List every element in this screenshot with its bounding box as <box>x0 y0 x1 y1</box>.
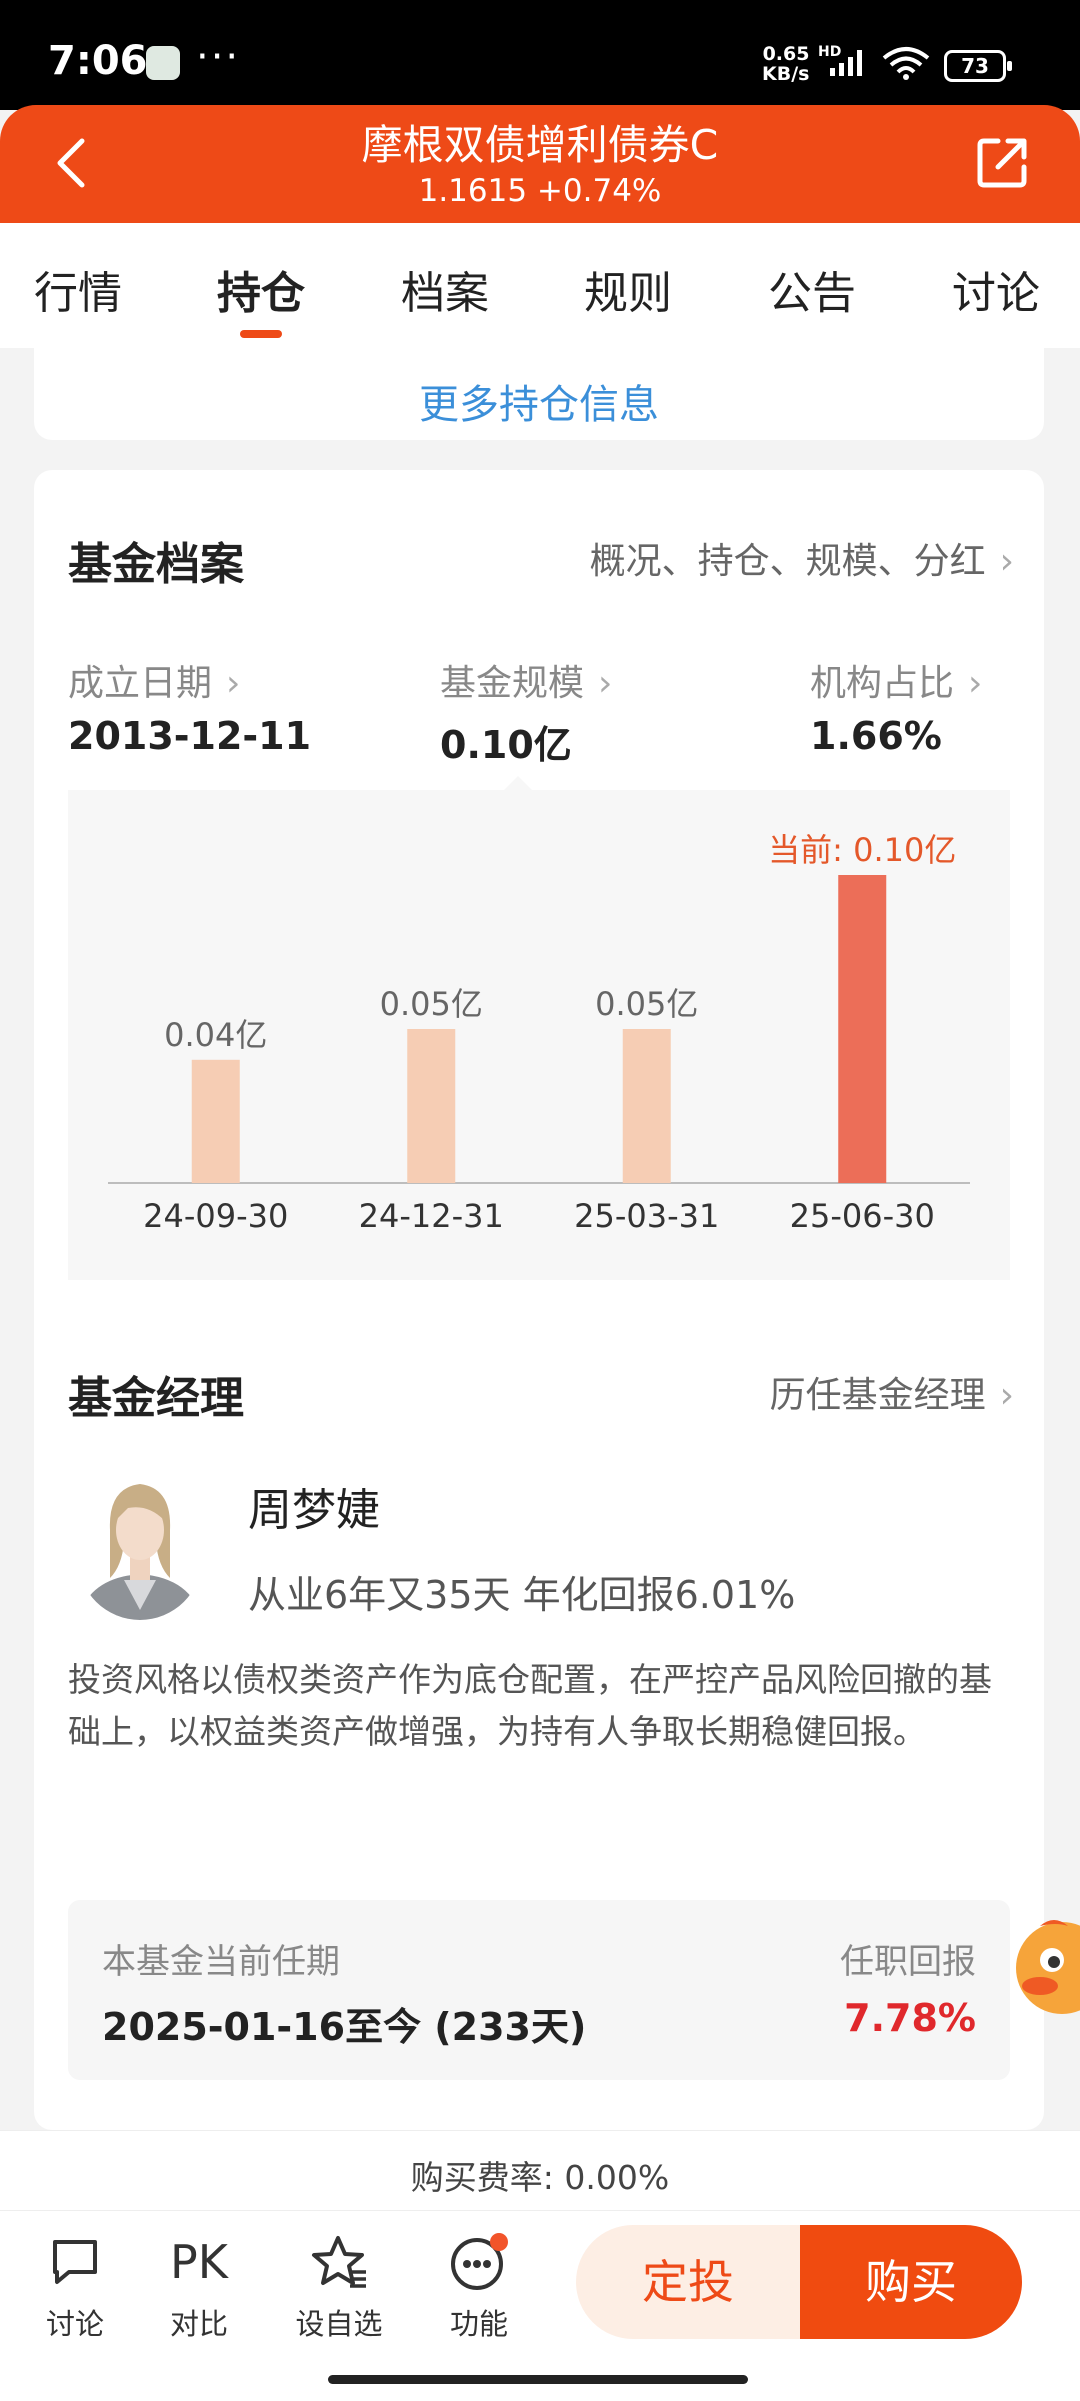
fund-profile-link[interactable]: 概况、持仓、规模、分红 › <box>590 532 1014 584</box>
tab-profile[interactable]: 档案 <box>401 257 489 321</box>
assistant-mascot-icon[interactable] <box>1010 1912 1080 2022</box>
pk-icon: PK <box>170 2235 228 2289</box>
star-add-icon <box>312 2236 366 2288</box>
battery-indicator: 73 <box>944 50 1012 82</box>
tab-bar: 行情 持仓 档案 规则 公告 讨论 <box>0 223 1080 348</box>
chart-x-tick-label: 24-09-30 <box>143 1197 288 1235</box>
tenure-period: 2025-01-16至今 (233天) <box>102 2005 587 2049</box>
active-tab-indicator <box>240 330 282 338</box>
status-time: 7:06 <box>48 38 148 84</box>
more-notifications-icon: ··· <box>196 34 241 80</box>
bottom-action-bar: 讨论 PK 对比 设自选 功能 定投 购买 <box>0 2210 1080 2401</box>
chat-bubble-icon <box>53 2240 97 2284</box>
fee-bar: 购买费率: 0.00% <box>0 2130 1080 2211</box>
more-holdings-link[interactable]: 更多持仓信息 <box>34 372 1044 430</box>
fund-profile-card: 基金档案 概况、持仓、规模、分红 › 成立日期 › 2013-12-11 基金规模 ›… <box>34 470 1044 2130</box>
stat-institution-label[interactable]: 机构占比 › <box>810 654 982 706</box>
app-notification-icon <box>146 46 180 80</box>
chart-data-label: 当前: 0.10亿 <box>768 831 956 869</box>
discuss-button[interactable]: 讨论 <box>20 2229 130 2343</box>
share-icon[interactable] <box>976 135 1030 189</box>
app-header: 摩根双债增利债券C 1.1615 +0.74% <box>0 105 1080 223</box>
stat-inception-value: 2013-12-11 <box>68 714 312 758</box>
auto-invest-button[interactable]: 定投 <box>576 2225 800 2339</box>
compare-button[interactable]: PK 对比 <box>144 2229 254 2343</box>
chart-x-tick-label: 25-06-30 <box>790 1197 935 1235</box>
wifi-icon <box>882 47 930 80</box>
tab-holdings[interactable]: 持仓 <box>217 257 305 321</box>
purchase-fee-rate: 购买费率: 0.00% <box>410 2158 670 2197</box>
chart-bar-24-09-30 <box>191 1059 240 1183</box>
stat-size-value: 0.10亿 <box>440 723 572 767</box>
fund-nav-change: 1.1615 +0.74% <box>418 173 662 209</box>
chevron-right-icon: › <box>598 663 613 704</box>
manager-style-description: 投资风格以债权类资产作为底仓配置，在严控产品风险回撤的基础上，以权益类资产做增强… <box>68 1660 992 1751</box>
manager-tenure-box: 本基金当前任期 任职回报 2025-01-16至今 (233天) 7.78% <box>68 1900 1010 2080</box>
tab-announcements[interactable]: 公告 <box>768 257 856 321</box>
chevron-right-icon: › <box>999 541 1014 582</box>
more-dots-icon <box>451 2233 508 2290</box>
stat-inception-label[interactable]: 成立日期 › <box>68 654 240 706</box>
tab-discussion[interactable]: 讨论 <box>952 257 1040 321</box>
tenure-return-value: 7.78% <box>844 1996 976 2040</box>
manager-experience: 从业6年又35天 年化回报6.01% <box>248 1573 796 1617</box>
chevron-right-icon: › <box>226 663 241 704</box>
chart-data-label: 0.04亿 <box>164 1016 267 1054</box>
fund-profile-title: 基金档案 <box>68 539 244 590</box>
network-speed: 0.65 KB/s <box>762 43 810 85</box>
stat-institution-value: 1.66% <box>810 714 942 758</box>
chart-x-tick-label: 24-12-31 <box>359 1197 504 1235</box>
chevron-right-icon: › <box>999 1375 1014 1416</box>
chevron-right-icon: › <box>968 663 983 704</box>
holdings-card: 更多持仓信息 <box>34 348 1044 440</box>
chart-data-label: 0.05亿 <box>595 985 698 1023</box>
chart-pointer <box>504 776 532 790</box>
manager-name: 周梦婕 <box>248 1485 380 1536</box>
chart-bar-24-12-31 <box>407 1029 456 1183</box>
tenure-return-label: 任职回报 <box>840 1942 976 1982</box>
fund-title: 摩根双债增利债券C <box>361 121 719 169</box>
tab-market[interactable]: 行情 <box>34 257 122 321</box>
tenure-label: 本基金当前任期 <box>102 1942 340 1982</box>
chart-x-tick-label: 25-03-31 <box>574 1197 719 1235</box>
chart-bar-25-03-31 <box>622 1029 671 1183</box>
functions-button[interactable]: 功能 <box>424 2229 534 2343</box>
manager-avatar[interactable] <box>78 1470 202 1620</box>
chart-data-label: 0.05亿 <box>380 985 483 1023</box>
chart-bar-25-06-30 <box>838 875 887 1183</box>
fund-size-chart: 0.04亿 24-09-30 0.05亿 24-12-31 0.05亿 25-03-31 当… <box>68 790 1010 1280</box>
status-bar: 7:06 ··· 0.65 KB/s HD 73 <box>0 0 1080 110</box>
signal-icon <box>830 50 862 76</box>
buy-button[interactable]: 购买 <box>800 2225 1022 2339</box>
manager-history-link[interactable]: 历任基金经理 › <box>770 1366 1014 1418</box>
tab-rules[interactable]: 规则 <box>584 257 672 321</box>
fund-manager-title: 基金经理 <box>68 1373 244 1424</box>
add-watchlist-button[interactable]: 设自选 <box>284 2229 394 2343</box>
stat-size-label[interactable]: 基金规模 › <box>440 654 612 706</box>
home-indicator[interactable] <box>328 2375 748 2384</box>
fund-size-chart-svg: 0.04亿 24-09-30 0.05亿 24-12-31 0.05亿 25-03-31 当… <box>108 831 970 1235</box>
